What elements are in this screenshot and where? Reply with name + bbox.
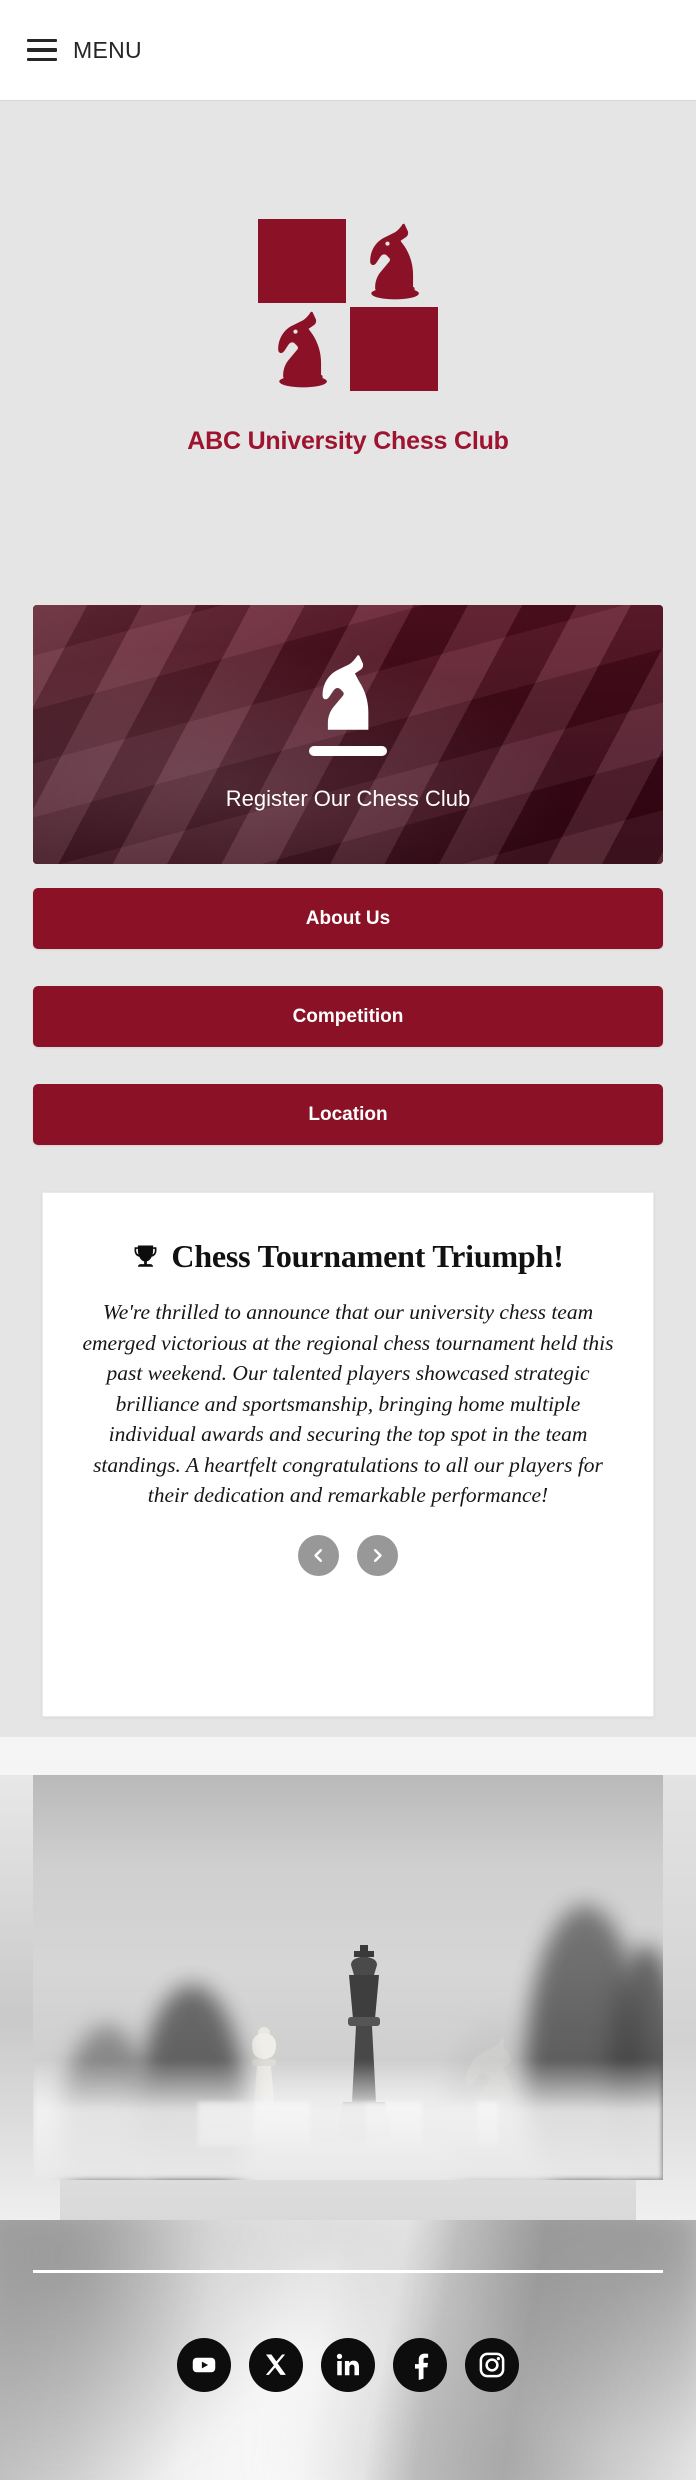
photo-top-strip [0,1737,696,1775]
hero-knight-base [308,746,387,756]
hamburger-icon [27,38,57,62]
brand-section: ABC University Chess Club [0,101,696,605]
social-link-linkedin[interactable] [321,2338,375,2392]
facebook-icon [415,2353,429,2380]
menu-toggle-button[interactable]: MENU [27,37,142,64]
nav-button-label: Location [308,1103,388,1125]
site-header: MENU [0,0,696,101]
social-link-facebook[interactable] [393,2338,447,2392]
news-heading-row: Chess Tournament Triumph! [132,1238,564,1275]
page-root: MENU ABC University Chess Club Register … [0,0,696,2480]
nav-button-label: Competition [292,1005,404,1027]
chess-knight-checkerboard-logo [258,219,438,391]
social-links [0,2338,696,2392]
news-announcement-card: Chess Tournament Triumph! We're thrilled… [42,1192,654,1717]
linkedin-icon [336,2353,359,2376]
instagram-icon [479,2352,505,2378]
register-hero-banner[interactable]: Register Our Chess Club [33,605,663,864]
x-twitter-icon [265,2354,286,2375]
news-carousel-nav [298,1534,398,1576]
hero-content: Register Our Chess Club [225,655,471,812]
primary-nav-buttons: About Us Competition Location [33,888,663,1182]
nav-button-competition[interactable]: Competition [33,986,663,1047]
chessboard-floor [33,2060,663,2180]
logo-knight-bottom-left [258,307,346,391]
carousel-next-button[interactable] [357,1534,398,1576]
logo-square-bottom-right [350,307,438,391]
white-chess-knight-icon [322,655,369,730]
photo-section [0,1737,696,2220]
logo-square-top-left [258,219,346,303]
news-heading: Chess Tournament Triumph! [171,1238,564,1274]
nav-button-label: About Us [305,907,391,929]
nav-button-location[interactable]: Location [33,1084,663,1145]
carousel-prev-button[interactable] [298,1534,339,1576]
social-link-x[interactable] [249,2338,303,2392]
chevron-right-icon [374,1548,382,1562]
menu-label: MENU [73,36,142,63]
logo-knight-top-right [350,219,438,303]
page-title: ABC University Chess Club [187,427,509,455]
social-link-instagram[interactable] [465,2338,519,2392]
site-footer [0,2220,696,2480]
footer-divider [33,2270,663,2273]
news-body-text: We're thrilled to announce that our univ… [82,1300,614,1508]
youtube-icon [192,2357,216,2373]
nav-button-about-us[interactable]: About Us [33,888,663,949]
trophy-icon [134,1245,157,1267]
social-link-youtube[interactable] [177,2338,231,2392]
chess-pieces-photo [33,1775,663,2180]
chevron-left-icon [314,1548,322,1562]
hero-label: Register Our Chess Club [225,786,471,811]
